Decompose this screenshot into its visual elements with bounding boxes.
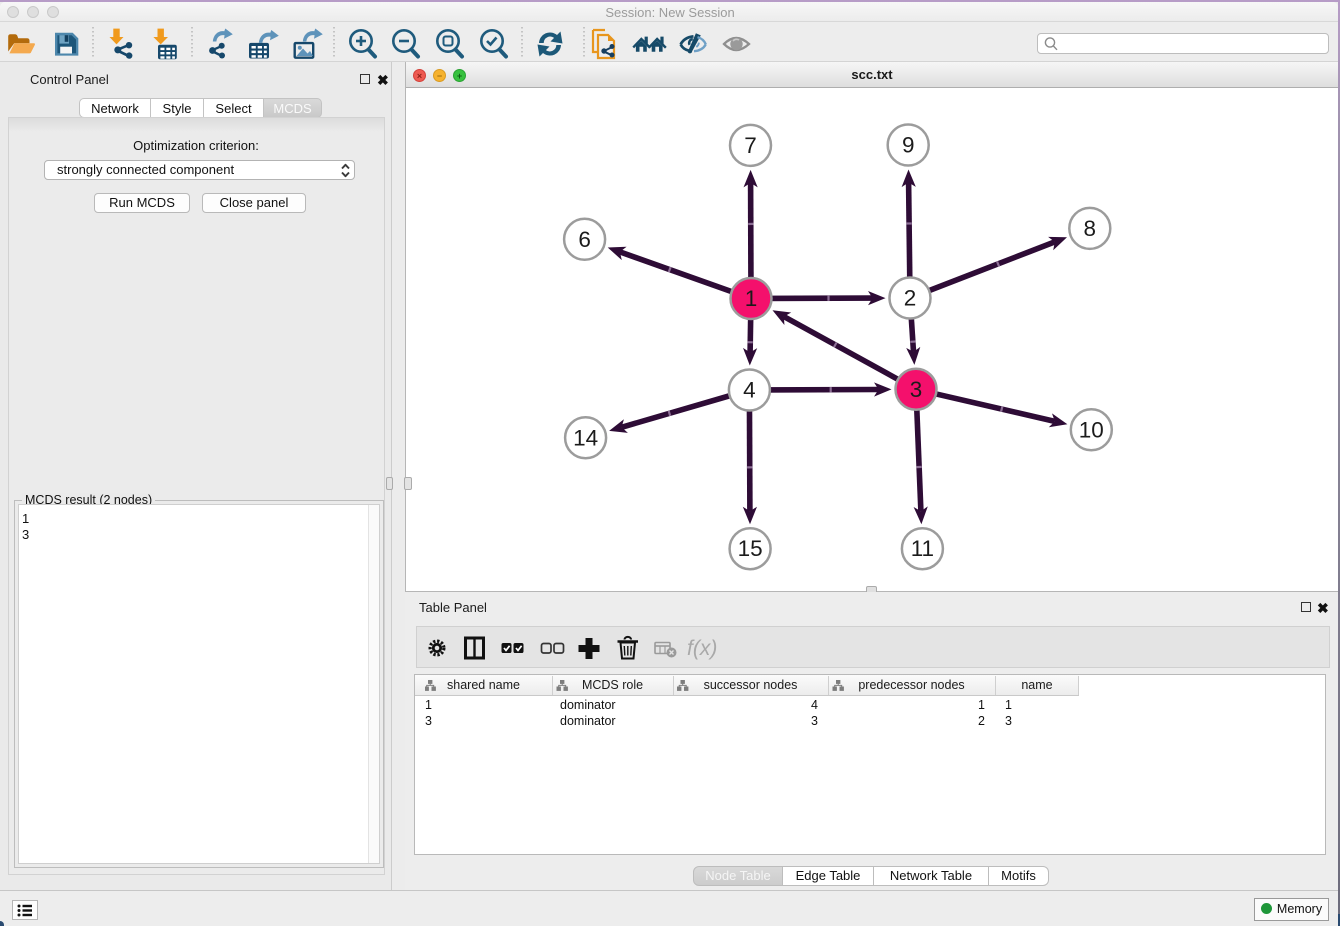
svg-text:7: 7 [744, 133, 757, 158]
svg-text:8: 8 [1084, 216, 1097, 241]
svg-text:15: 15 [738, 536, 763, 561]
svg-text:14: 14 [573, 425, 598, 450]
svg-text:1: 1 [745, 286, 758, 311]
svg-text:6: 6 [578, 227, 591, 252]
svg-text:2: 2 [904, 286, 917, 311]
svg-text:4: 4 [743, 378, 756, 403]
svg-text:3: 3 [910, 377, 923, 402]
svg-text:11: 11 [911, 536, 934, 561]
svg-text:10: 10 [1079, 417, 1104, 442]
svg-text:9: 9 [902, 133, 915, 158]
svg-text:f(x): f(x) [687, 637, 717, 660]
